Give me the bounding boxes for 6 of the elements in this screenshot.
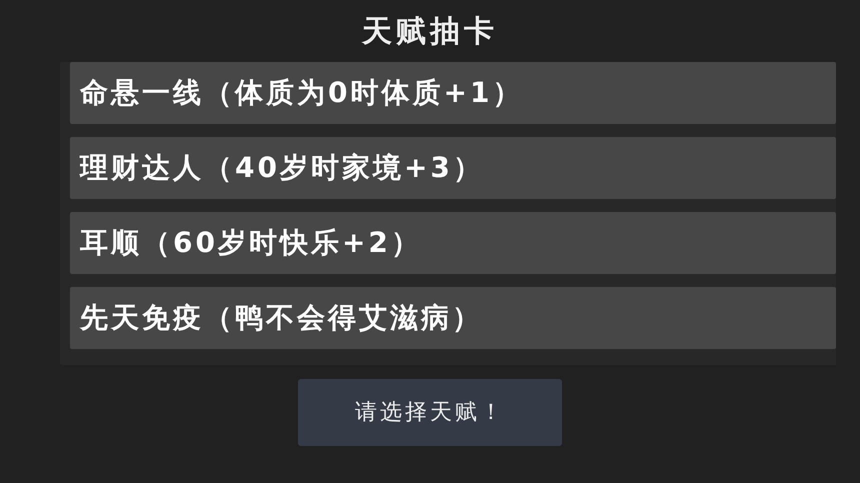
talent-card[interactable]: 耳顺（60岁时快乐+2） <box>70 212 836 274</box>
talent-card[interactable]: 理财达人（40岁时家境+3） <box>70 137 836 199</box>
talent-card[interactable]: 命悬一线（体质为0时体质+1） <box>70 62 836 124</box>
confirm-button[interactable]: 请选择天赋！ <box>298 379 562 446</box>
talent-card[interactable]: 先天免疫（鸭不会得艾滋病） <box>70 287 836 349</box>
page-title: 天赋抽卡 <box>362 13 498 51</box>
